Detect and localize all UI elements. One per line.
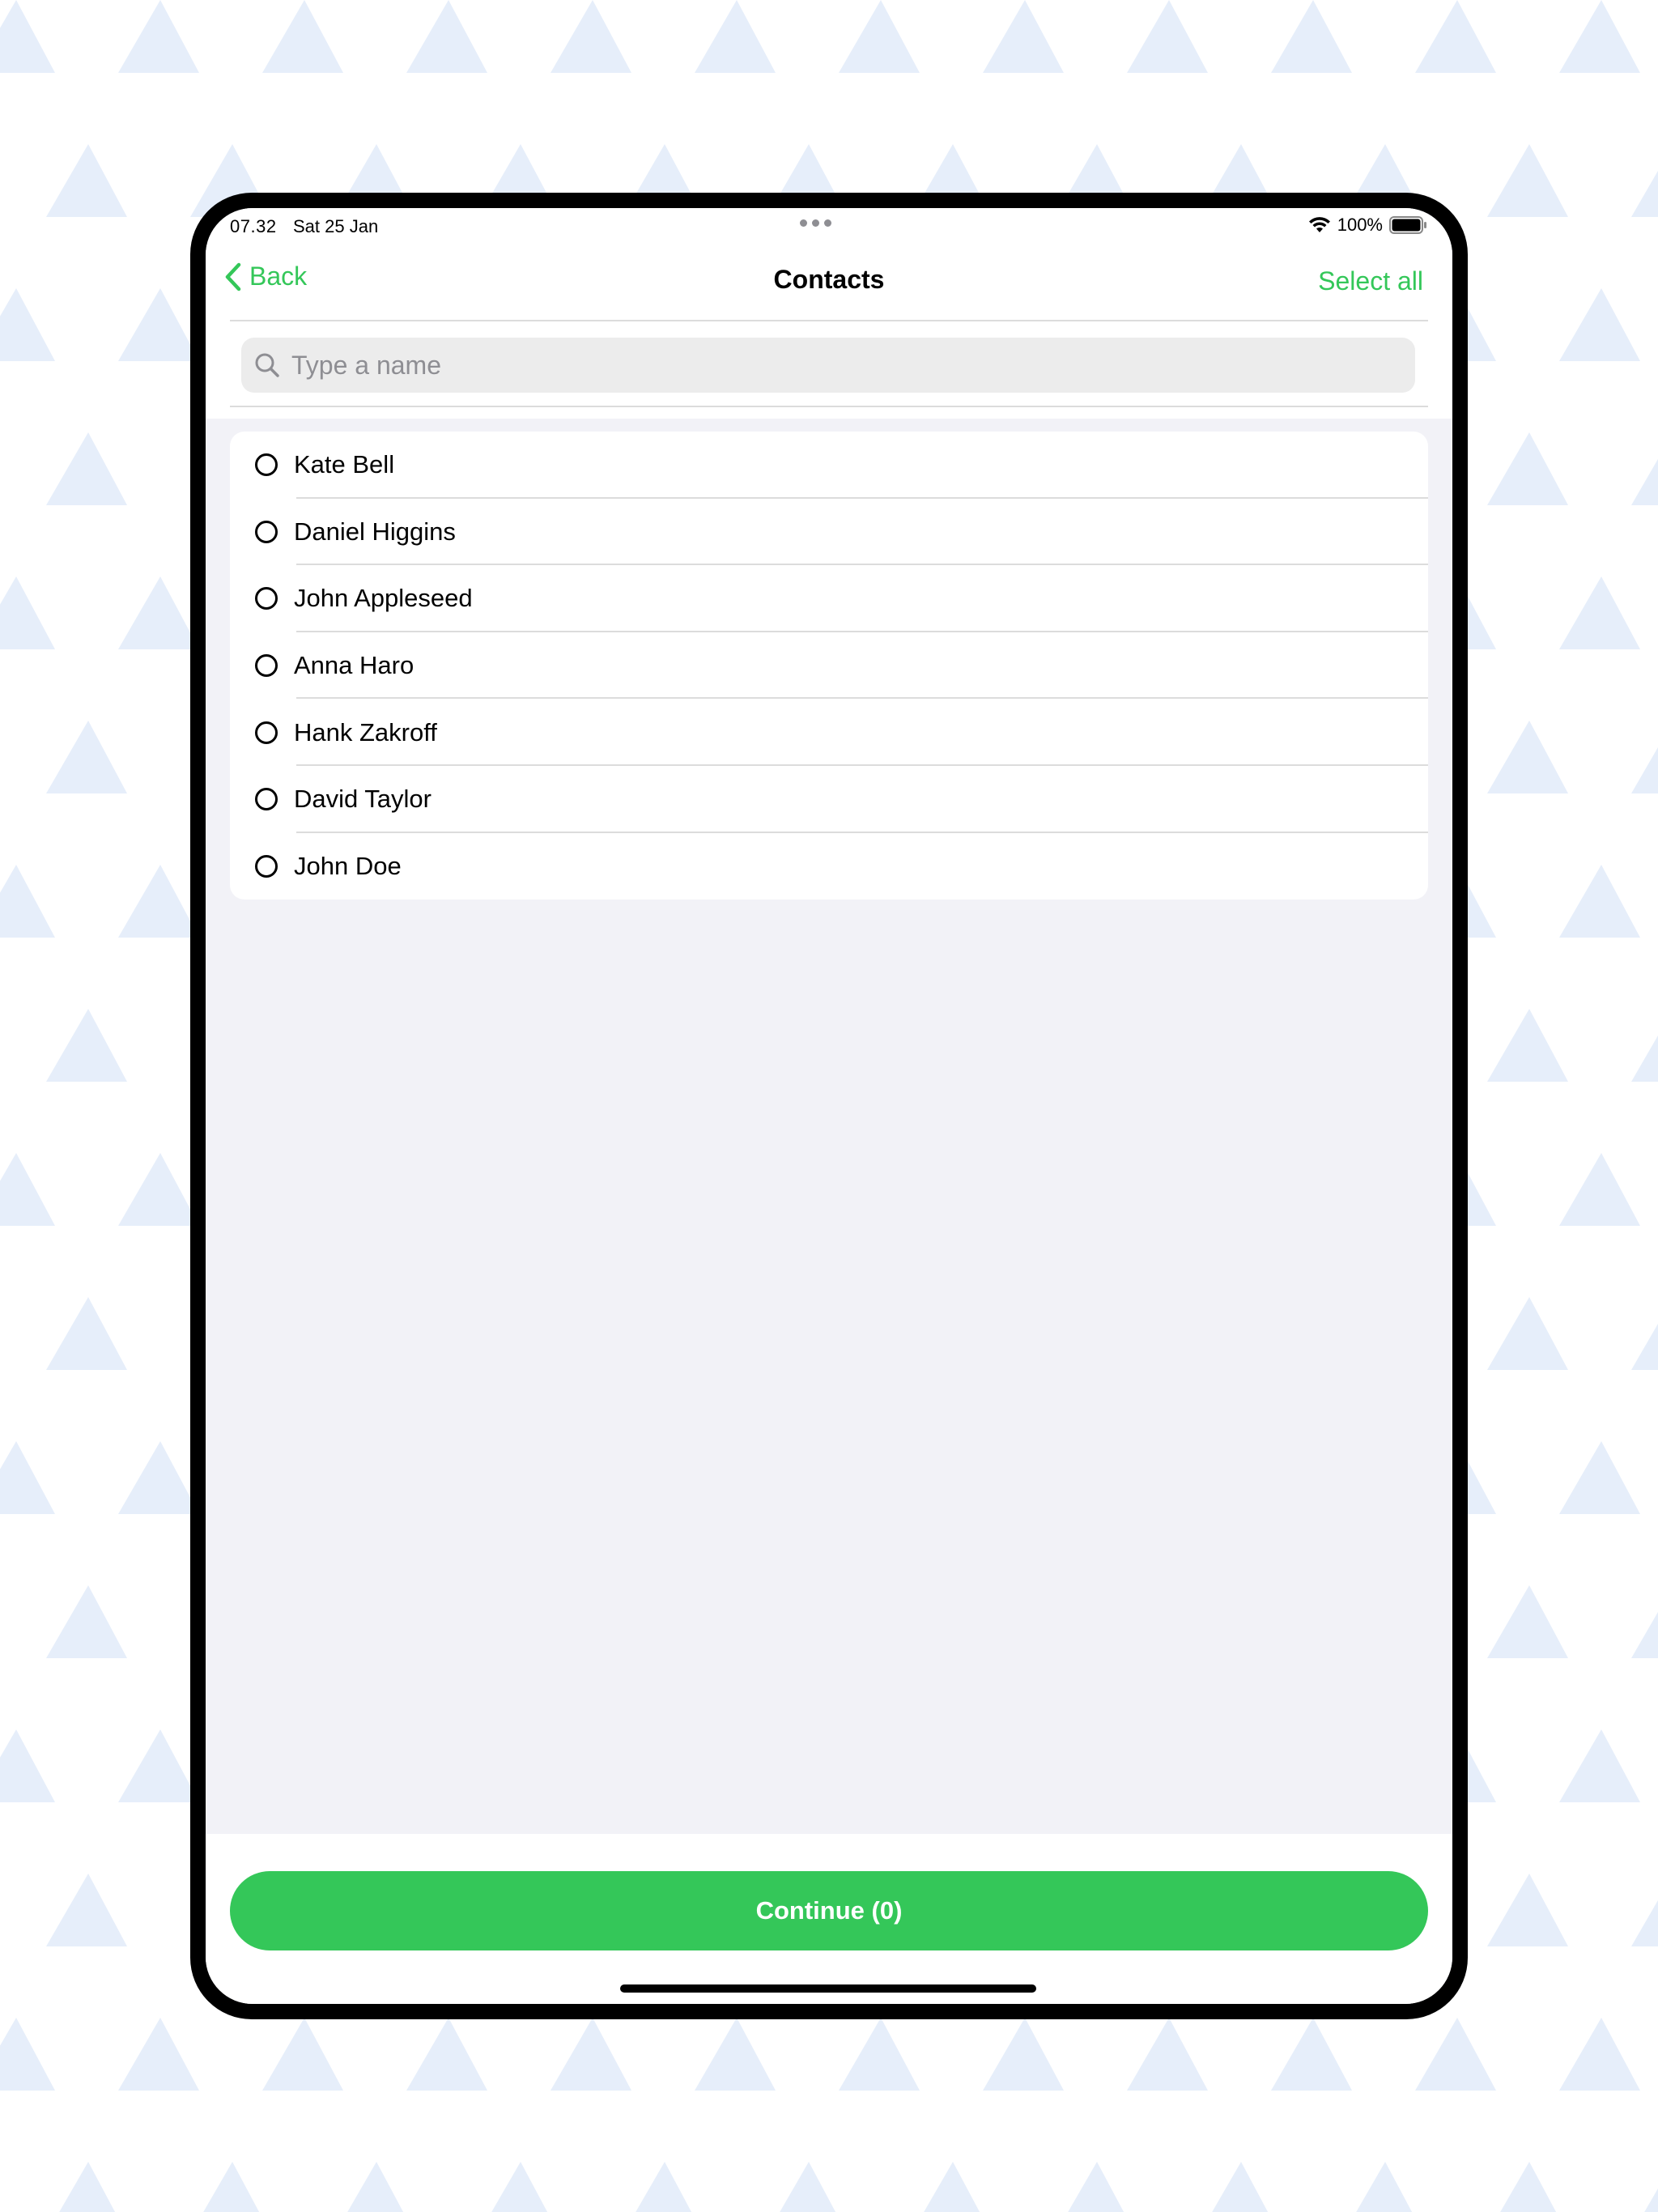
footer: Continue (0) — [206, 1834, 1452, 2004]
list-item[interactable]: Anna Haro — [230, 632, 1428, 700]
radio-unchecked-icon[interactable] — [255, 587, 278, 610]
tablet-frame: 07.32 Sat 25 Jan 100% Back Contacts Sele… — [190, 193, 1468, 2019]
status-bar: 07.32 Sat 25 Jan 100% — [206, 208, 1452, 244]
contact-name: Hank Zakroff — [294, 717, 437, 747]
status-time: 07.32 — [230, 216, 277, 236]
search-input[interactable] — [290, 349, 1386, 381]
home-indicator[interactable] — [620, 1984, 1036, 1993]
contact-name: John Doe — [294, 851, 402, 880]
list-item[interactable]: Kate Bell — [230, 432, 1428, 499]
battery-icon — [1389, 216, 1426, 234]
contact-name: Anna Haro — [294, 651, 414, 680]
list-item[interactable]: John Appleseed — [230, 565, 1428, 632]
contact-name: John Appleseed — [294, 584, 473, 613]
contact-name: Kate Bell — [294, 450, 395, 479]
contacts-list: Kate Bell Daniel Higgins John Appleseed … — [230, 432, 1428, 900]
select-all-button[interactable]: Select all — [1318, 266, 1423, 296]
search-field-container[interactable] — [241, 338, 1415, 393]
search-bar — [206, 321, 1452, 419]
wifi-icon — [1308, 217, 1330, 232]
radio-unchecked-icon[interactable] — [255, 453, 278, 477]
contact-name: David Taylor — [294, 785, 432, 814]
status-indicators: 100% — [1308, 215, 1428, 236]
list-item[interactable]: Hank Zakroff — [230, 699, 1428, 766]
page-title: Contacts — [773, 265, 885, 294]
contact-name: Daniel Higgins — [294, 517, 456, 546]
radio-unchecked-icon[interactable] — [255, 854, 278, 878]
list-item[interactable]: David Taylor — [230, 766, 1428, 833]
list-item[interactable]: Daniel Higgins — [230, 499, 1428, 566]
status-date: Sat 25 Jan — [293, 216, 379, 236]
screen: 07.32 Sat 25 Jan 100% Back Contacts Sele… — [206, 208, 1452, 2004]
divider — [230, 406, 1428, 407]
radio-unchecked-icon[interactable] — [255, 520, 278, 543]
radio-unchecked-icon[interactable] — [255, 788, 278, 811]
continue-button[interactable]: Continue (0) — [230, 1871, 1428, 1950]
radio-unchecked-icon[interactable] — [255, 654, 278, 678]
battery-percentage: 100% — [1337, 215, 1383, 235]
navigation-bar: Back Contacts Select all — [206, 244, 1452, 321]
multitasking-dots-icon[interactable] — [800, 219, 831, 227]
list-item[interactable]: John Doe — [230, 833, 1428, 900]
radio-unchecked-icon[interactable] — [255, 721, 278, 744]
search-icon — [251, 349, 283, 381]
